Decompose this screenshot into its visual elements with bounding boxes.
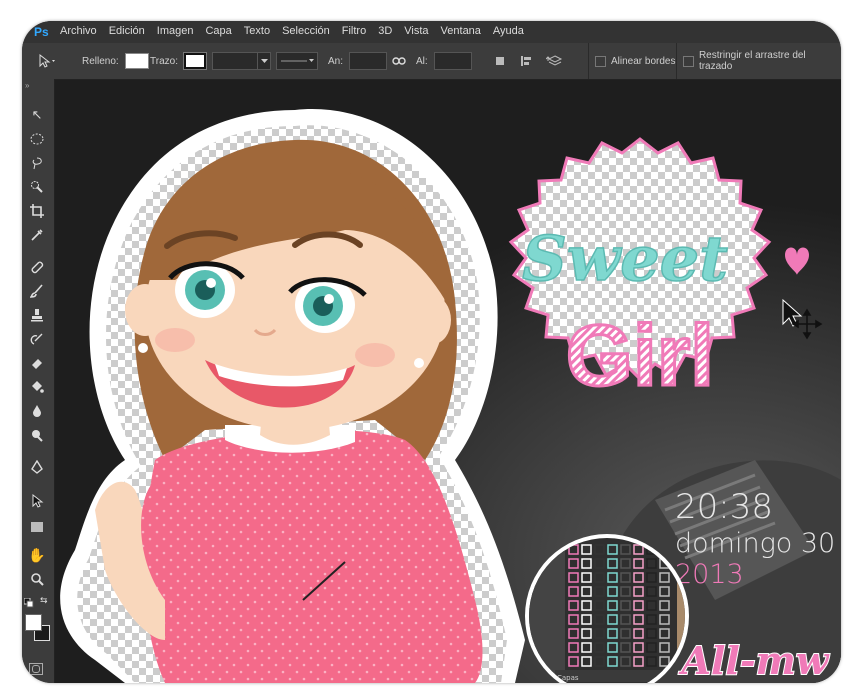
link-dimensions-button[interactable]: [392, 43, 406, 79]
menu-imagen[interactable]: Imagen: [157, 25, 194, 37]
align-edges-checkbox[interactable]: [595, 55, 606, 67]
quick-mask-icon: [32, 665, 40, 673]
eraser-icon: [32, 359, 42, 369]
artwork-illustration: Sweet Girl 20:38 domingo 30 2013 Capas A…: [55, 80, 841, 683]
foreground-color-swatch[interactable]: [25, 614, 42, 631]
stroke-type-dropdown[interactable]: [276, 52, 318, 70]
quick-selection-tool[interactable]: [26, 177, 48, 197]
sweet-text: Sweet: [522, 222, 728, 295]
height-label: Al:: [416, 55, 428, 67]
link-icon: [392, 57, 406, 65]
brush-tool[interactable]: [26, 281, 48, 301]
constrain-path-checkbox[interactable]: [683, 55, 694, 67]
menu-edicion[interactable]: Edición: [109, 25, 145, 37]
path-alignment-icon: [521, 56, 531, 66]
stroke-width-dropdown[interactable]: [257, 52, 271, 70]
collapse-panel-icon[interactable]: »: [25, 81, 29, 90]
bandage-icon: [31, 261, 44, 274]
swap-colors-icon[interactable]: ⇆: [40, 595, 48, 606]
menu-texto[interactable]: Texto: [244, 25, 270, 37]
menu-ayuda[interactable]: Ayuda: [493, 25, 524, 37]
move-tool-icon: ↖: [31, 107, 43, 122]
height-input[interactable]: [433, 52, 472, 70]
dodge-icon: [32, 430, 43, 442]
magnifier-icon: [31, 573, 44, 586]
path-select-tool-preset[interactable]: [36, 43, 58, 79]
stroke-swatch[interactable]: [182, 52, 207, 70]
clock-year: 2013: [675, 559, 744, 590]
chevron-down-icon: [260, 58, 268, 63]
clock-date: domingo 30: [675, 528, 835, 559]
water-drop-icon: [33, 405, 41, 417]
rectangle-tool[interactable]: [26, 517, 48, 537]
paint-bucket-icon: [32, 381, 44, 393]
width-label: An:: [328, 55, 344, 67]
document-canvas[interactable]: Sweet Girl 20:38 domingo 30 2013 Capas A…: [55, 80, 841, 683]
eraser-tool[interactable]: [26, 353, 48, 373]
rectangle-icon: [31, 522, 43, 532]
stroke-label: Trazo:: [150, 55, 178, 67]
dodge-tool[interactable]: [26, 425, 48, 445]
hand-icon: ✋: [28, 546, 46, 563]
pen-icon: [31, 460, 43, 474]
width-input[interactable]: [349, 52, 388, 70]
menu-bar: Ps Archivo Edición Imagen Capa Texto Sel…: [22, 21, 841, 43]
lasso-icon: [32, 157, 42, 170]
marquee-tool[interactable]: [26, 129, 48, 149]
fill-swatch[interactable]: [124, 53, 149, 69]
move-tool[interactable]: ↖: [26, 105, 48, 125]
align-edges-label: Alinear bordes: [611, 55, 676, 67]
path-arrangement-button[interactable]: [546, 43, 564, 79]
tools-panel: » ↖ ✋ ⇆: [22, 79, 55, 683]
menu-3d[interactable]: 3D: [378, 25, 392, 37]
quick-mask-button[interactable]: [29, 663, 43, 675]
arrow-pointer-icon: [39, 53, 55, 68]
app-logo: Ps: [34, 25, 49, 39]
eyedropper-icon: [31, 229, 43, 241]
options-bar: Relleno: Trazo: An: Al: Alinear bordes R…: [22, 43, 841, 80]
menu-filtro[interactable]: Filtro: [342, 25, 366, 37]
blur-tool[interactable]: [26, 401, 48, 421]
menu-archivo[interactable]: Archivo: [60, 25, 97, 37]
default-colors-icon[interactable]: [23, 595, 34, 613]
lasso-tool[interactable]: [26, 153, 48, 173]
menu-seleccion[interactable]: Selección: [282, 25, 330, 37]
path-arrangement-icon: [546, 55, 563, 66]
stroke-width-field[interactable]: [212, 52, 258, 70]
menu-capa[interactable]: Capa: [205, 25, 231, 37]
eyedropper-tool[interactable]: [26, 225, 48, 245]
ellipse-marquee-icon: [30, 133, 44, 145]
healing-brush-tool[interactable]: [26, 257, 48, 277]
quick-selection-icon: [31, 181, 43, 193]
constrain-path-label: Restringir el arrastre del trazado: [698, 50, 806, 72]
signature-text: All-mw: [678, 638, 829, 683]
photoshop-window: Ps Archivo Edición Imagen Capa Texto Sel…: [22, 21, 841, 683]
crop-icon: [30, 204, 44, 218]
stamp-tool[interactable]: [26, 305, 48, 325]
pen-tool[interactable]: [26, 457, 48, 477]
hand-tool[interactable]: ✋: [26, 545, 48, 565]
history-brush-icon: [30, 333, 43, 345]
line-style-icon: [281, 59, 314, 62]
girl-text: Girl: [566, 308, 714, 404]
paint-bucket-tool[interactable]: [26, 377, 48, 397]
crop-tool[interactable]: [26, 201, 48, 221]
history-brush-tool[interactable]: [26, 329, 48, 349]
path-selection-tool[interactable]: [26, 491, 48, 511]
path-alignment-button[interactable]: [520, 43, 532, 79]
brush-icon: [30, 284, 43, 298]
stamp-icon: [31, 309, 43, 322]
path-operations-icon: [496, 57, 504, 65]
menu-vista[interactable]: Vista: [404, 25, 428, 37]
zoom-tool[interactable]: [26, 569, 48, 589]
menu-ventana[interactable]: Ventana: [441, 25, 481, 37]
path-selection-icon: [32, 494, 44, 508]
fill-label: Relleno:: [82, 55, 119, 67]
clock-time: 20:38: [675, 487, 773, 527]
path-operations-button[interactable]: [494, 43, 506, 79]
